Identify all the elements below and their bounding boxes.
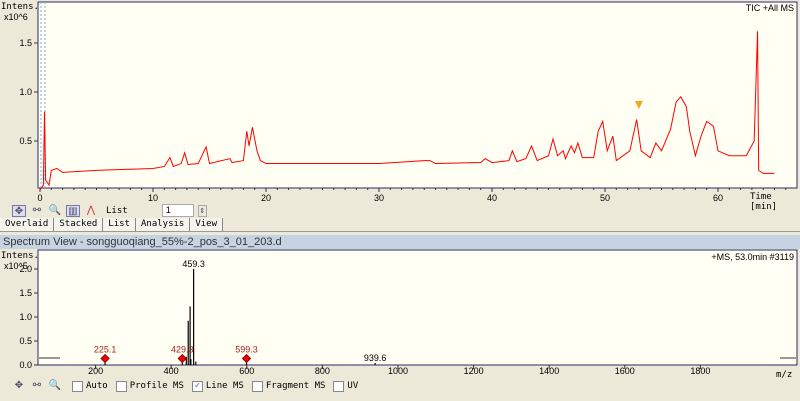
- x-tick-label: 1600: [615, 366, 635, 375]
- move-icon[interactable]: ✥: [12, 380, 26, 392]
- y-tick-label: 0.0: [19, 360, 32, 370]
- checkbox[interactable]: [251, 380, 263, 392]
- chart-mode-icon[interactable]: ▥: [66, 204, 80, 217]
- y-tick-label: 0.5: [19, 336, 32, 346]
- spec-x-label: m/z: [776, 370, 793, 380]
- list-label: List: [106, 205, 128, 216]
- x-tick-label: 1400: [539, 366, 559, 375]
- option-uv[interactable]: UV: [333, 380, 359, 392]
- peak-label: 459.3: [182, 259, 205, 269]
- zoom-icon[interactable]: 🔍: [48, 205, 62, 217]
- option-profile-ms[interactable]: Profile MS: [115, 380, 184, 392]
- zoom-icon[interactable]: 🔍: [48, 380, 62, 392]
- x-tick-label: 200: [88, 366, 103, 375]
- move-icon[interactable]: ✥: [12, 204, 26, 217]
- trace-label: TIC +All MS: [745, 3, 794, 13]
- x-tick-label: 800: [315, 366, 330, 375]
- checkbox-label: Line MS: [205, 381, 244, 391]
- y-tick-label: 0.5: [19, 136, 32, 146]
- tab-view[interactable]: View: [190, 218, 224, 231]
- checkbox[interactable]: [333, 380, 345, 392]
- peaks-icon[interactable]: ⋀: [84, 205, 98, 217]
- view-tabs: Overlaid Stacked List Analysis View: [0, 218, 800, 232]
- chrom-y-label: Intens.: [1, 2, 39, 12]
- x-tick-label: 30: [374, 193, 384, 203]
- checkbox[interactable]: [115, 380, 127, 392]
- x-tick-label: 0: [37, 193, 42, 203]
- spectrum-plot[interactable]: 200 400 600 800 1000 1200 1400 1600 1800 0.0 0.5 1.…: [0, 249, 800, 375]
- x-tick-label: 50: [600, 193, 610, 203]
- x-tick-label: 600: [239, 366, 254, 375]
- y-tick-label: 1.5: [19, 38, 32, 48]
- spectrum-info: +MS, 53.0min #3119: [711, 252, 794, 262]
- tab-list[interactable]: List: [103, 218, 136, 231]
- peak-label: 599.3: [235, 345, 258, 355]
- chrom-y-exp: x10^6: [4, 12, 28, 22]
- peak-label: 429.3: [171, 345, 194, 355]
- spinner-arrows-icon[interactable]: ⇕: [197, 204, 207, 217]
- x-tick-label: 20: [261, 193, 271, 203]
- list-spinner[interactable]: 1: [161, 204, 194, 217]
- checkbox-label: Fragment MS: [265, 381, 326, 391]
- y-tick-label: 1.0: [19, 312, 32, 322]
- option-line-ms[interactable]: ✓ Line MS: [191, 380, 244, 392]
- option-fragment-ms[interactable]: Fragment MS: [251, 380, 326, 392]
- spec-y-exp: x10^5: [4, 261, 28, 271]
- checkbox-label: UV: [347, 381, 359, 391]
- checkbox[interactable]: ✓: [191, 380, 203, 392]
- x-tick-label: 400: [164, 366, 179, 375]
- x-tick-label: 1000: [388, 366, 408, 375]
- spectrum-view-title: Spectrum View - songguoqiang_55%-2_pos_3…: [0, 235, 800, 249]
- chrom-x-label: Time [min]: [750, 192, 778, 212]
- tab-stacked[interactable]: Stacked: [54, 218, 104, 231]
- checkbox[interactable]: [72, 380, 83, 392]
- chromatogram-plot[interactable]: 0 10 20 30 40 50 60 0.5 1.0 1.5: [0, 0, 800, 203]
- peak-label: 939.6: [364, 353, 387, 363]
- x-tick-label: 10: [148, 193, 158, 203]
- checkbox-label: Auto: [86, 381, 108, 391]
- tab-analysis[interactable]: Analysis: [135, 218, 191, 231]
- x-tick-label: 1200: [464, 366, 484, 375]
- link-icon[interactable]: ⚯: [30, 380, 44, 392]
- link-icon[interactable]: ⚯: [30, 205, 44, 217]
- y-tick-label: 1.5: [19, 288, 32, 298]
- spec-y-label: Intens.: [1, 251, 39, 261]
- option-auto[interactable]: Auto: [72, 380, 108, 392]
- peak-label: 225.1: [94, 345, 117, 355]
- checkbox-label: Profile MS: [129, 381, 184, 391]
- x-tick-label: 40: [487, 193, 497, 203]
- x-tick-label: 60: [713, 193, 723, 203]
- y-tick-label: 1.0: [19, 87, 32, 97]
- x-tick-label: 1800: [690, 366, 710, 375]
- tab-overlaid[interactable]: Overlaid: [0, 218, 55, 231]
